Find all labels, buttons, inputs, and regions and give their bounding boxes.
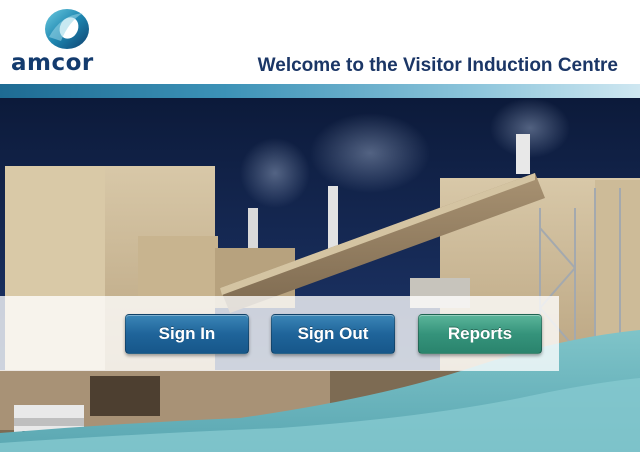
brand-wordmark: amcor [11, 50, 94, 76]
amcor-logo-icon [45, 9, 89, 49]
page-title: Welcome to the Visitor Induction Centre [257, 55, 618, 76]
factory-background-image [0, 98, 640, 452]
sign-in-button[interactable]: Sign In [125, 314, 249, 354]
reports-button[interactable]: Reports [418, 314, 542, 354]
sign-out-button[interactable]: Sign Out [271, 314, 395, 354]
header: amcor Welcome to the Visitor Induction C… [0, 0, 640, 84]
header-divider-band [0, 84, 640, 98]
factory-photo [0, 98, 640, 452]
